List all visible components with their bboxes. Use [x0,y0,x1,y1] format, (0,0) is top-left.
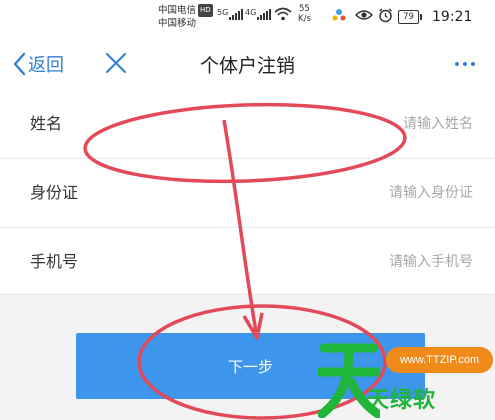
network-type-2: 4G [245,8,257,17]
carrier-1: 中国电信 [158,5,197,16]
signal-bars-1-icon [229,9,243,20]
back-button[interactable]: 返回 [12,50,64,78]
phone-label: 手机号 [30,252,79,271]
cancellation-form: 姓名 身份证 手机号 [0,90,495,295]
wifi-icon [274,7,292,21]
chevron-left-icon [13,52,26,76]
name-row: 姓名 [0,90,495,158]
watermark-url: www.TTZIP.com [386,347,493,373]
page-title: 个体户注销 [199,55,295,77]
clock: 19:21 [432,9,473,25]
eye-icon [355,10,373,20]
close-button[interactable] [105,52,127,78]
back-label: 返回 [28,55,64,76]
status-bar: 中国电信 HD 中国移动 5G 4G 55 K/s 79 19:21 [0,0,495,38]
nav-bar: 返回 个体户注销 [0,38,495,90]
location-icon [332,9,346,21]
battery-indicator: 79 [398,10,422,24]
phone-input[interactable] [253,246,473,278]
id-card-label: 身份证 [30,183,79,202]
close-icon [106,53,126,73]
more-dot-icon [463,62,467,66]
network-type-1: 5G [217,8,229,17]
signal-bars-2-icon [257,9,271,20]
net-speed-unit: K/s [298,14,311,24]
name-input[interactable] [253,108,473,140]
carrier-info: 中国电信 HD 中国移动 [158,4,213,30]
net-speed: 55 K/s [298,4,311,24]
id-card-input[interactable] [253,177,473,209]
name-label: 姓名 [30,114,63,133]
hd-badge: HD [198,4,213,17]
more-dot-icon [455,62,459,66]
alarm-icon [379,8,392,23]
carrier-2: 中国移动 [158,18,197,29]
id-card-row: 身份证 [0,159,495,227]
phone-row: 手机号 [0,228,495,296]
net-speed-value: 55 [299,4,310,14]
watermark-brand: 天绿软 [367,388,437,413]
more-dot-icon [471,62,475,66]
more-menu-button[interactable] [455,62,475,66]
